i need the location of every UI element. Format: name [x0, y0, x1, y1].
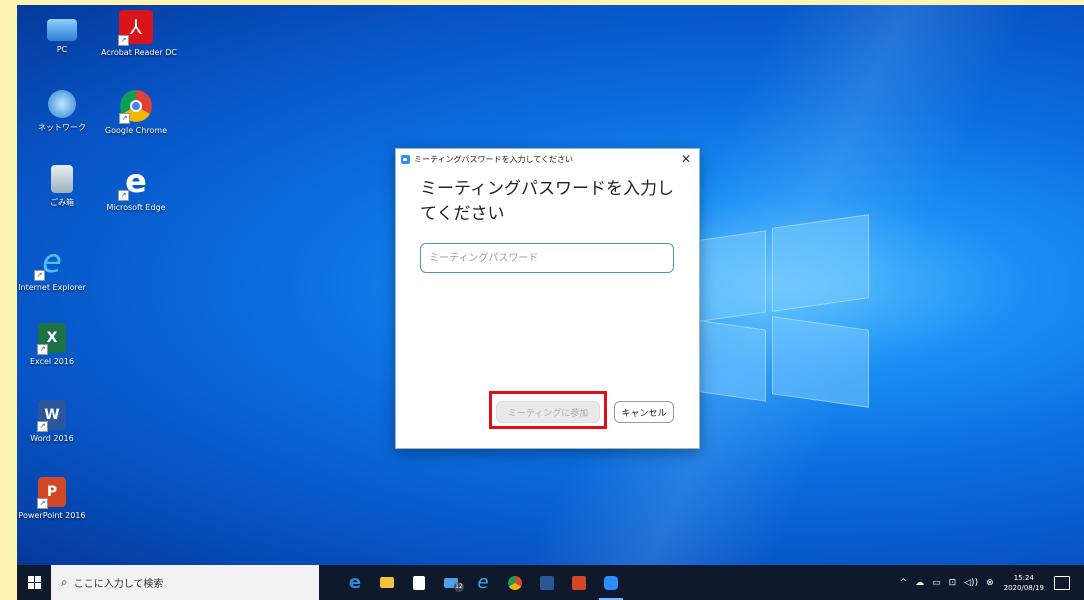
desktop-icon-label: Word 2016: [30, 434, 74, 443]
desktop-icon-acrobat[interactable]: ⅄ ↗ Acrobat Reader DC: [101, 10, 177, 57]
desktop-icon-label: PowerPoint 2016: [18, 511, 86, 520]
recycle-bin-icon: [51, 165, 73, 193]
dialog-titlebar: ミーティングパスワードを入力してください ✕: [396, 149, 699, 169]
taskbar-store[interactable]: [403, 565, 435, 600]
chrome-icon: [508, 575, 522, 590]
edge-icon: e ↗: [118, 165, 153, 201]
zoom-icon: [604, 575, 618, 590]
taskbar-chrome[interactable]: [499, 565, 531, 600]
taskbar-mail[interactable]: 12: [435, 565, 467, 600]
pinned-apps: e 12 e: [339, 565, 627, 600]
acrobat-icon: ⅄ ↗: [118, 10, 153, 46]
clock[interactable]: 15:24 2020/08/19: [1004, 573, 1044, 593]
taskbar-ie[interactable]: e: [467, 565, 499, 600]
desktop-icon-label: ネットワーク: [38, 123, 86, 132]
taskbar-zoom[interactable]: [595, 565, 627, 600]
desktop-icon-excel[interactable]: X ↗ Excel 2016: [17, 323, 87, 366]
windows-logo-wallpaper: [672, 214, 869, 408]
powerpoint-icon: P ↗: [37, 477, 66, 509]
desktop-icon-chrome[interactable]: ↗ Google Chrome: [101, 90, 171, 135]
ie-icon: e: [477, 572, 489, 593]
desktop-icon-internet-explorer[interactable]: e ↗ Internet Explorer: [17, 245, 87, 292]
taskbar-search[interactable]: ⌕ ここに入力して検索: [51, 565, 319, 600]
ime-icon[interactable]: ⊗: [986, 578, 994, 588]
desktop-icon-label: Excel 2016: [29, 357, 75, 366]
desktop-icon-pc[interactable]: PC: [27, 13, 97, 54]
word-icon: W ↗: [37, 400, 66, 432]
network-icon[interactable]: ⊡: [949, 578, 957, 588]
store-icon: [413, 575, 425, 590]
desktop-icon-powerpoint[interactable]: P ↗ PowerPoint 2016: [17, 477, 87, 520]
excel-icon: X ↗: [37, 323, 66, 355]
join-button-highlight: [489, 391, 607, 429]
desktop-icon-label: Google Chrome: [104, 126, 168, 135]
network-icon: [48, 90, 76, 118]
desktop-icon-label: ごみ箱: [50, 198, 74, 207]
taskbar-powerpoint[interactable]: [563, 565, 595, 600]
powerpoint-icon: [572, 575, 586, 590]
desktop-icon-recycle-bin[interactable]: ごみ箱: [27, 165, 97, 208]
meeting-password-input[interactable]: [420, 243, 674, 273]
clock-time: 15:24: [1013, 573, 1034, 582]
desktop-icon-edge[interactable]: e ↗ Microsoft Edge: [101, 165, 171, 212]
pc-icon: [47, 19, 77, 41]
notification-icon[interactable]: [1054, 575, 1070, 590]
close-icon[interactable]: ✕: [681, 152, 691, 166]
search-icon: ⌕: [61, 575, 68, 589]
taskbar: ⌕ ここに入力して検索 e 12 e ^ ☁ ▭ ⊡ ◁)) ⊗ 15:24 2…: [17, 565, 1084, 600]
clock-date: 2020/08/19: [1003, 583, 1044, 592]
taskbar-word[interactable]: [531, 565, 563, 600]
search-placeholder: ここに入力して検索: [73, 579, 164, 590]
mail-badge: 12: [454, 582, 464, 592]
dialog-title: ミーティングパスワードを入力してください: [414, 154, 574, 164]
desktop-icon-label: PC: [56, 45, 68, 54]
desktop-icon-label: Microsoft Edge: [106, 203, 166, 212]
volume-icon[interactable]: ◁)): [964, 578, 978, 588]
ie-icon: e ↗: [34, 245, 69, 281]
file-explorer-icon: [380, 577, 394, 588]
zoom-icon: [401, 154, 410, 164]
edge-icon: e: [348, 572, 362, 593]
start-button[interactable]: [17, 565, 51, 600]
taskbar-edge[interactable]: e: [339, 565, 371, 600]
word-icon: [540, 575, 554, 590]
cancel-button[interactable]: キャンセル: [614, 401, 674, 423]
battery-icon[interactable]: ▭: [932, 578, 941, 588]
desktop-icon-network[interactable]: ネットワーク: [27, 90, 97, 133]
taskbar-file-explorer[interactable]: [371, 565, 403, 600]
chrome-icon: ↗: [119, 90, 152, 124]
windows-icon: [27, 576, 41, 589]
desktop-icon-label: Internet Explorer: [18, 283, 86, 292]
system-tray: ^ ☁ ▭ ⊡ ◁)) ⊗ 15:24 2020/08/19: [896, 573, 1084, 593]
dialog-heading: ミーティングパスワードを入力してください: [420, 179, 674, 224]
desktop-icon-label: Acrobat Reader DC: [101, 48, 177, 57]
show-hidden-icons-icon[interactable]: ^: [900, 578, 908, 588]
onedrive-icon[interactable]: ☁: [915, 578, 924, 588]
desktop-icon-word[interactable]: W ↗ Word 2016: [17, 400, 87, 443]
